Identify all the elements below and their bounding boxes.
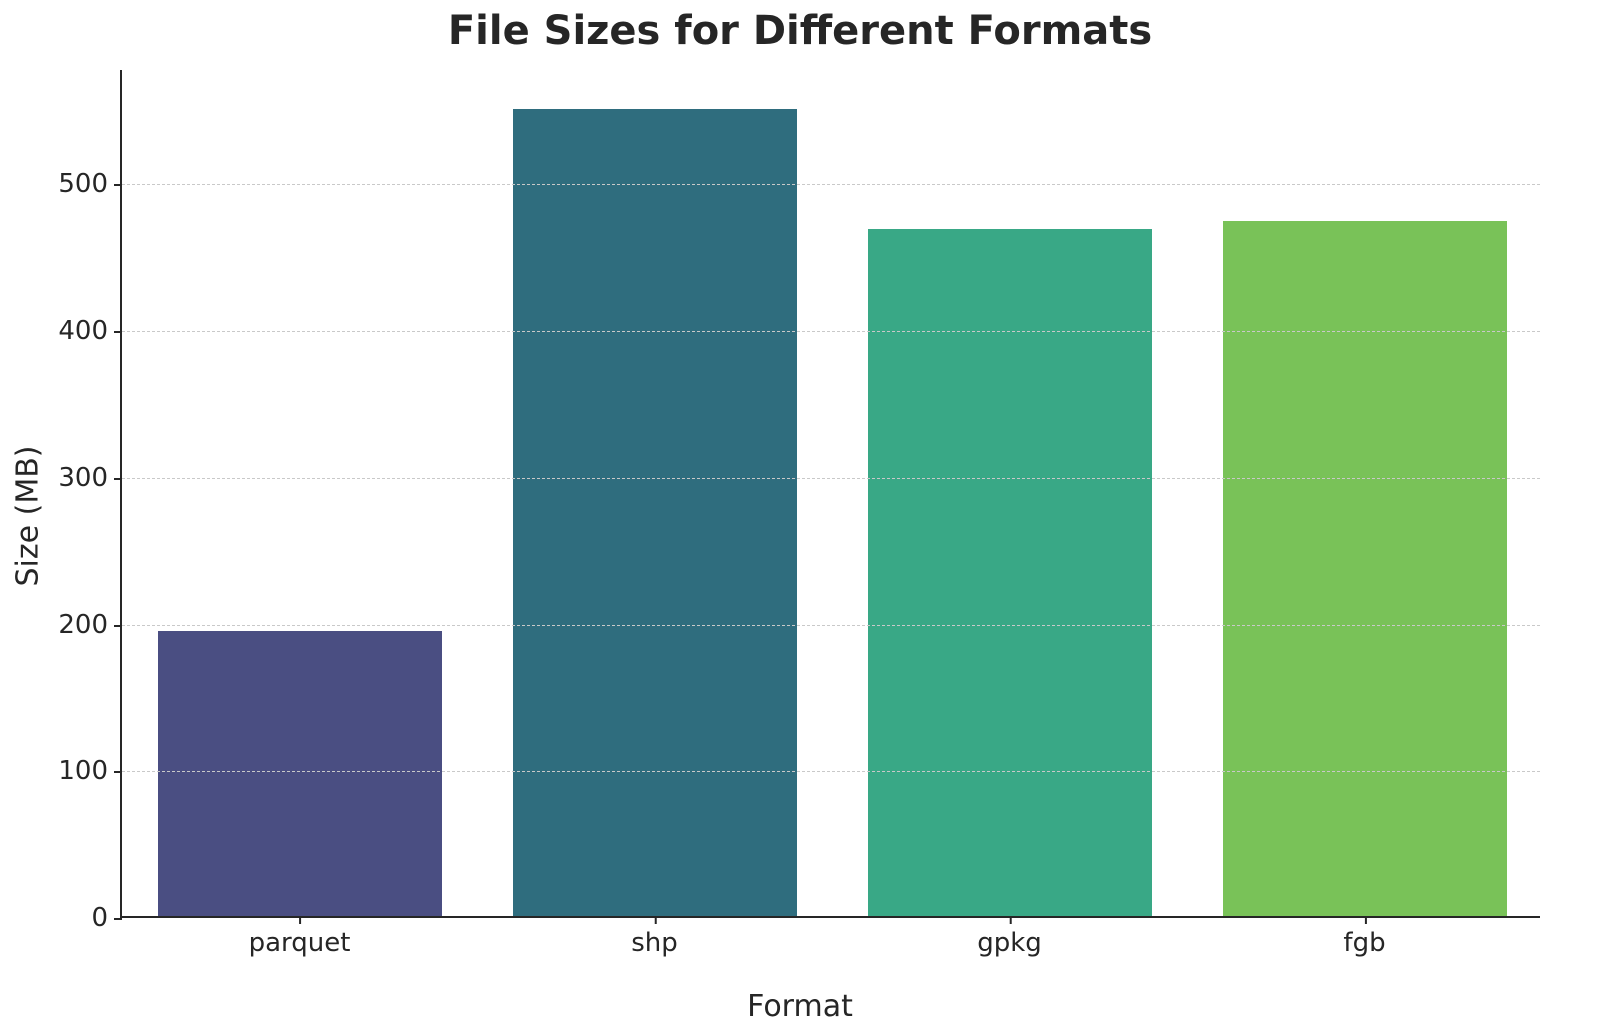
y-axis-label: Size (MB) (11, 446, 46, 587)
y-tick-label: 0 (91, 903, 122, 933)
plot-area: 0100200300400500parquetshpgpkgfgb (120, 70, 1540, 918)
bar-chart: File Sizes for Different Formats Size (M… (0, 0, 1600, 1032)
y-tick-label: 300 (58, 463, 122, 493)
bar-fgb (1223, 221, 1507, 916)
x-tick-label: fgb (1343, 916, 1385, 958)
chart-title: File Sizes for Different Formats (0, 8, 1600, 54)
x-tick-label: parquet (249, 916, 351, 958)
y-tick-label: 100 (58, 756, 122, 786)
x-tick-label: shp (631, 916, 678, 958)
bar-gpkg (868, 229, 1152, 916)
bar-shp (513, 109, 797, 916)
y-tick-label: 200 (58, 610, 122, 640)
y-tick-label: 500 (58, 169, 122, 199)
x-tick-label: gpkg (977, 916, 1042, 958)
x-axis-label: Format (747, 989, 853, 1024)
bar-parquet (158, 631, 442, 916)
bars-container (122, 70, 1540, 916)
y-tick-label: 400 (58, 316, 122, 346)
